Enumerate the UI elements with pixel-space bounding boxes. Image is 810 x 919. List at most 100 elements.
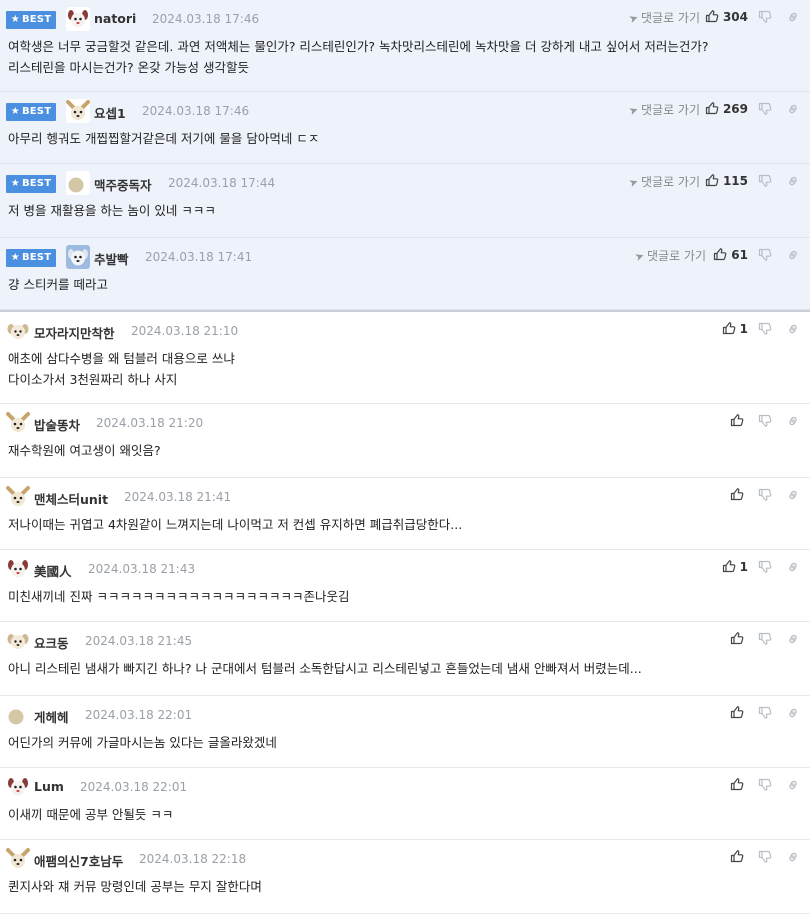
comment-body: 저나이때는 귀엽고 4차원같이 느껴지는데 나이먹고 저 컨셉 유지하면 폐급취… [8,514,800,535]
nickname[interactable]: 추발빡 [94,249,129,268]
star-icon: ★ [10,252,20,263]
avatar[interactable] [6,411,30,435]
goto-comment-link[interactable]: ➤댓글로 가기 [627,9,700,26]
comment-header: 美國人 2024.03.18 21:43 1 [0,550,810,588]
nickname[interactable]: 밥술똥차 [34,415,80,434]
like-button[interactable] [730,487,748,504]
thumbs-down-icon[interactable] [758,102,772,119]
avatar[interactable] [6,629,30,653]
best-badge: ★ BEST [6,249,56,267]
comment-actions: 115 ➤댓글로 가기 [550,173,810,191]
comment: 맨체스터unit 2024.03.18 21:41 저나이때는 귀엽고 4차원같이 … [0,478,810,550]
like-button[interactable] [730,849,748,866]
comment-header: 게헤헤 2024.03.18 22:01 [0,696,810,734]
comment-actions [550,413,810,431]
best-comment: ★ BEST 요셉1 2024.03.18 17:46 269 ➤댓글로 가기 아무리 헹궈… [0,92,810,164]
goto-comment-link[interactable]: ➤댓글로 가기 [627,101,700,118]
comment-text-line: 아니 리스테린 냄새가 빠지긴 하나? 나 군대에서 텀블러 소독한답시고 리스… [8,661,642,676]
like-button[interactable] [730,777,748,794]
thumbs-down-icon[interactable] [758,174,772,191]
link-icon[interactable] [786,778,800,795]
avatar[interactable] [66,99,90,123]
nickname[interactable]: natori [94,11,136,26]
avatar[interactable] [66,7,90,31]
comment-text-line: 리스테린을 마시는건가? 온갖 가능성 생각할듯 [8,60,250,75]
nickname[interactable]: 美國人 [34,561,72,580]
avatar[interactable] [6,847,30,871]
goto-comment-link[interactable]: ➤댓글로 가기 [633,247,706,264]
comment: 게헤헤 2024.03.18 22:01 어딘가의 커뮤에 가글마시는놈 있다는 글… [0,696,810,768]
comment-header: ★ BEST 추발빡 2024.03.18 17:41 61 ➤댓글로 가기 [0,238,810,276]
comment-text-line: 애초에 삼다수병을 왜 텀블러 대용으로 쓰냐 [8,351,235,366]
thumbs-down-icon[interactable] [758,778,772,795]
thumbs-down-icon[interactable] [758,560,772,577]
like-button[interactable] [730,413,748,430]
link-icon[interactable] [786,10,800,27]
like-button[interactable]: 115 [705,173,748,190]
thumbs-down-icon[interactable] [758,488,772,505]
thumbs-up-icon [722,321,736,338]
thumbs-down-icon[interactable] [758,322,772,339]
nickname[interactable]: 맥주중독자 [94,175,152,194]
comment-body: 퀸지사와 쟤 커뮤 망령인데 공부는 무지 잘한다며 [8,876,800,897]
thumbs-down-icon[interactable] [758,248,772,265]
comment-body: 저 병을 재활용을 하는 놈이 있네 ㅋㅋㅋ [8,200,800,221]
avatar[interactable] [6,557,30,581]
thumbs-down-icon[interactable] [758,706,772,723]
best-badge: ★ BEST [6,175,56,193]
comment-text-line: 저 병을 재활용을 하는 놈이 있네 ㅋㅋㅋ [8,203,216,218]
like-button[interactable]: 1 [722,321,748,338]
best-badge: ★ BEST [6,103,56,121]
like-button[interactable] [730,631,748,648]
link-icon[interactable] [786,850,800,867]
comment-text-line: 재수학원에 여고생이 왜잇음? [8,443,161,458]
nickname[interactable]: Lum [34,779,64,794]
nickname[interactable]: 맨체스터unit [34,489,108,508]
link-icon[interactable] [786,102,800,119]
thumbs-up-icon [730,631,744,648]
avatar[interactable] [6,775,30,799]
avatar[interactable] [6,703,30,727]
comment-body: 애초에 삼다수병을 왜 텀블러 대용으로 쓰냐다이소가서 3천원짜리 하나 사지 [8,348,800,390]
avatar[interactable] [6,485,30,509]
thumbs-down-icon[interactable] [758,10,772,27]
star-icon: ★ [10,14,20,25]
comment-text-line: 퀸지사와 쟤 커뮤 망령인데 공부는 무지 잘한다며 [8,879,262,894]
comment: 요크동 2024.03.18 21:45 아니 리스테린 냄새가 빠지긴 하나? 나… [0,622,810,696]
comment-text-line: 다이소가서 3천원짜리 하나 사지 [8,372,178,387]
comment-header: ★ BEST natori 2024.03.18 17:46 304 ➤댓글로 가기 [0,0,810,38]
like-button[interactable]: 61 [713,247,748,264]
thumbs-down-icon[interactable] [758,632,772,649]
link-icon[interactable] [786,560,800,577]
nickname[interactable]: 요셉1 [94,103,126,122]
like-button[interactable]: 1 [722,559,748,576]
like-button[interactable]: 269 [705,101,748,118]
link-icon[interactable] [786,632,800,649]
like-button[interactable]: 304 [705,9,748,26]
link-icon[interactable] [786,706,800,723]
avatar[interactable] [66,171,90,195]
nickname[interactable]: 요크동 [34,633,69,652]
link-icon[interactable] [786,248,800,265]
nickname[interactable]: 애팸의신7호남두 [34,851,123,870]
avatar[interactable] [6,319,30,343]
nickname[interactable]: 게헤헤 [34,707,69,726]
comment-actions: 61 ➤댓글로 가기 [550,247,810,265]
avatar[interactable] [66,245,90,269]
link-icon[interactable] [786,414,800,431]
comment-date: 2024.03.18 21:45 [85,634,193,648]
link-icon[interactable] [786,174,800,191]
nickname[interactable]: 모자라지만착한 [34,323,115,342]
best-badge-label: BEST [21,106,52,117]
comment: 모자라지만착한 2024.03.18 21:10 1 애초에 삼다수병을 왜 텀블러 … [0,310,810,404]
link-icon[interactable] [786,488,800,505]
goto-comment-link[interactable]: ➤댓글로 가기 [627,173,700,190]
comment-actions: 304 ➤댓글로 가기 [550,9,810,27]
star-icon: ★ [10,106,20,117]
comment-body: 걍 스티커를 떼라고 [8,274,800,295]
thumbs-down-icon[interactable] [758,850,772,867]
comment-actions [550,849,810,867]
thumbs-down-icon[interactable] [758,414,772,431]
like-button[interactable] [730,705,748,722]
link-icon[interactable] [786,322,800,339]
